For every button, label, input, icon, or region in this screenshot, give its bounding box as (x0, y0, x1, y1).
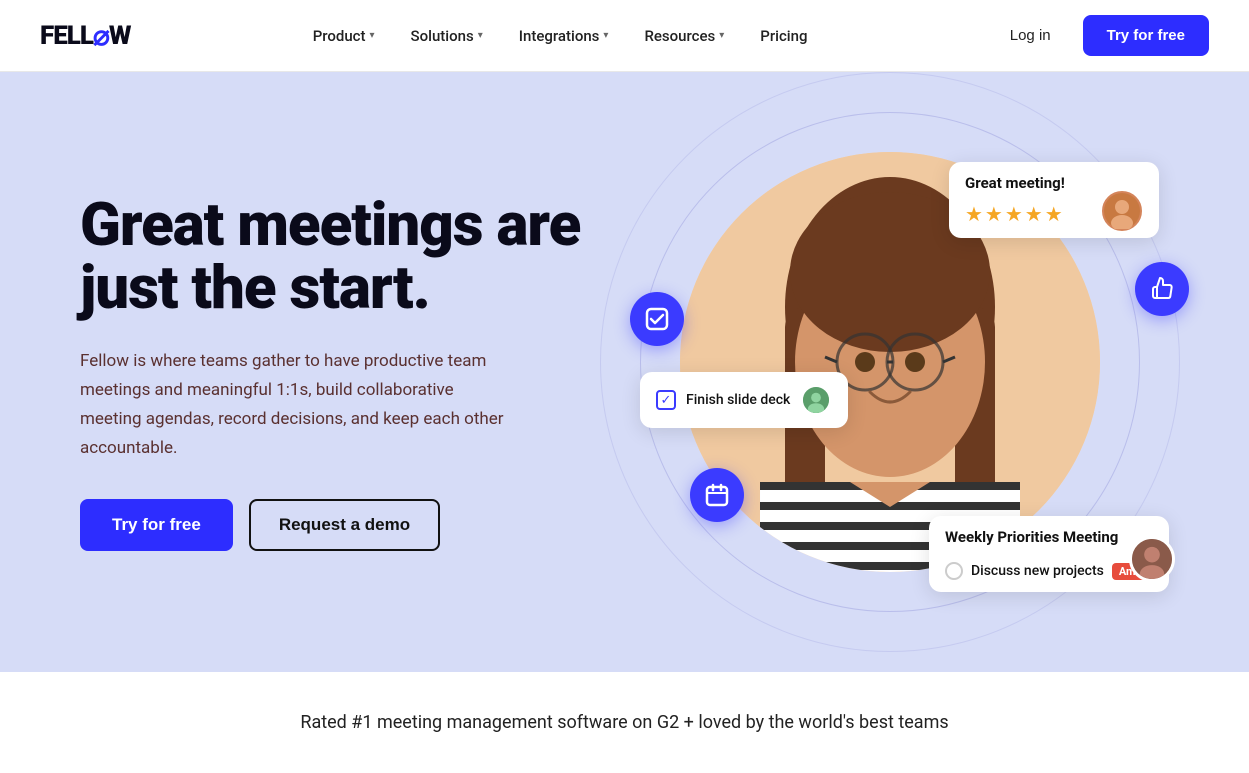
nav-links: Product ▾ Solutions ▾ Integrations ▾ Res… (299, 19, 822, 53)
try-free-nav-button[interactable]: Try for free (1083, 15, 1209, 56)
nav-actions: Log in Try for free (990, 15, 1209, 56)
avatar-person2 (800, 384, 832, 416)
rating-stars: ★★★★★ (965, 202, 1065, 226)
login-button[interactable]: Log in (990, 17, 1071, 54)
hero-buttons: Try for free Request a demo (80, 499, 600, 551)
meeting-rating-title: Great meeting! (965, 174, 1065, 192)
bottom-bar: Rated #1 meeting management software on … (0, 672, 1249, 773)
weekly-meeting-title: Weekly Priorities Meeting (945, 528, 1118, 546)
hero-title: Great meetings are just the start. (80, 193, 600, 319)
finish-deck-card: ✓ Finish slide deck (640, 372, 848, 428)
discuss-projects-label: Discuss new projects (971, 563, 1104, 579)
logo-slash: ⌀ (93, 19, 109, 52)
hero-description: Fellow is where teams gather to have pro… (80, 347, 510, 463)
nav-pricing[interactable]: Pricing (746, 19, 821, 53)
empty-checkbox (945, 562, 963, 580)
logo-text-fell: FELL (40, 21, 93, 51)
chevron-down-icon: ▾ (478, 30, 483, 41)
request-demo-button[interactable]: Request a demo (249, 499, 440, 551)
avatar-rater (1099, 188, 1145, 234)
nav-resources[interactable]: Resources ▾ (630, 19, 738, 53)
avatar-amir (1129, 536, 1175, 582)
weekly-meeting-row: Discuss new projects Amir (945, 562, 1150, 580)
nav-solutions[interactable]: Solutions ▾ (397, 19, 497, 53)
bottom-text: Rated #1 meeting management software on … (300, 712, 948, 733)
finish-deck-label: Finish slide deck (686, 392, 790, 408)
hero-section: Great meetings are just the start. Fello… (0, 72, 1249, 672)
thumbsup-icon-circle (1135, 262, 1189, 316)
chevron-down-icon: ▾ (719, 30, 724, 41)
meeting-rating-card: Great meeting! ★★★★★ (949, 162, 1159, 238)
navbar: FELL⌀W Product ▾ Solutions ▾ Integration… (0, 0, 1249, 72)
calendar-icon-circle (690, 468, 744, 522)
task-icon-circle (630, 292, 684, 346)
logo-text-w: W (109, 21, 131, 51)
hero-left: Great meetings are just the start. Fello… (80, 193, 600, 551)
logo[interactable]: FELL⌀W (40, 19, 130, 52)
nav-integrations[interactable]: Integrations ▾ (505, 19, 623, 53)
nav-product[interactable]: Product ▾ (299, 19, 389, 53)
checkbox-checked: ✓ (656, 390, 676, 410)
chevron-down-icon: ▾ (370, 30, 375, 41)
try-free-hero-button[interactable]: Try for free (80, 499, 233, 551)
hero-illustration: Great meeting! ★★★★★ (600, 132, 1189, 612)
chevron-down-icon: ▾ (603, 30, 608, 41)
